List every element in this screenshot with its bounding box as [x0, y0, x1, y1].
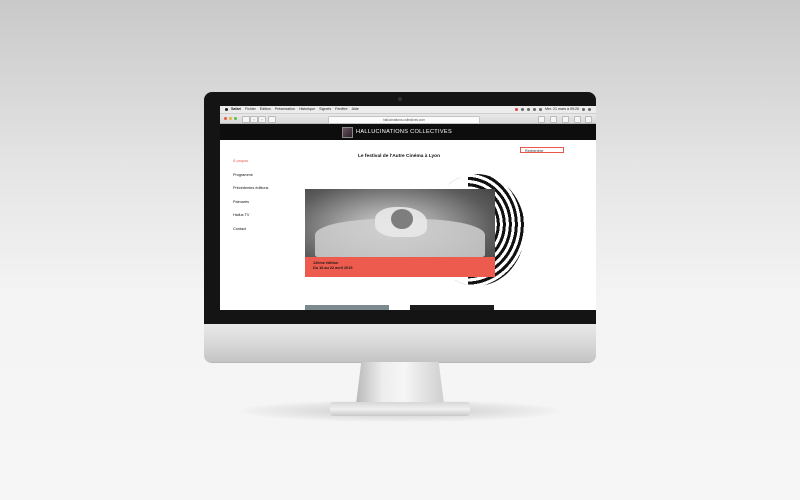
site-logo[interactable] [342, 127, 353, 138]
menubar-app-name[interactable]: Safari [231, 106, 241, 113]
nav-link-programme[interactable]: Programme [233, 172, 268, 186]
forward-arrow-icon[interactable]: › [258, 116, 266, 123]
menu-signets[interactable]: Signets [319, 106, 331, 113]
address-bar[interactable]: hallucinations-collectives.com [328, 115, 480, 124]
hero-image-face [391, 209, 413, 229]
nav-link-a-propos[interactable]: À propos [233, 158, 268, 172]
menu-fenetre[interactable]: Fenêtre [335, 106, 347, 113]
apple-icon[interactable] [225, 108, 228, 111]
battery-icon[interactable] [539, 108, 543, 111]
new-tab-icon[interactable] [585, 116, 592, 123]
site-title[interactable]: HALLUCINATIONS COLLECTIVES [356, 124, 452, 140]
menubar-clock[interactable]: Mer. 21 mars à 09:26 [545, 106, 579, 113]
site-nav: À propos Programme Précédentes éditions … [233, 158, 268, 239]
content-thumbnail[interactable] [410, 305, 494, 310]
zoom-window-button[interactable] [234, 117, 237, 120]
browser-toolbar: ‹ › hallucinations-collectives.com [220, 114, 596, 124]
monitor-stand [356, 362, 444, 404]
tabs-icon[interactable] [574, 116, 581, 123]
monitor-stand-base [330, 402, 470, 416]
spotlight-icon[interactable] [582, 108, 585, 111]
menu-presentation[interactable]: Présentation [275, 106, 295, 113]
nav-link-contact[interactable]: Contact [233, 226, 268, 240]
menu-historique[interactable]: Historique [299, 106, 315, 113]
content-thumbnail[interactable] [305, 305, 389, 310]
reload-icon[interactable] [538, 116, 545, 123]
wifi-icon[interactable] [533, 108, 537, 111]
screen: Safari Fichier Édition Présentation Hist… [220, 106, 596, 310]
download-icon[interactable] [550, 116, 557, 123]
site-header: HALLUCINATIONS COLLECTIVES [220, 124, 596, 140]
close-window-button[interactable] [224, 117, 227, 120]
nav-link-palmares[interactable]: Palmarès [233, 199, 268, 213]
hero-caption[interactable]: 12ème édition Du 16 au 22 avril 2019 [305, 257, 495, 277]
minimize-window-button[interactable] [229, 117, 232, 120]
status-icon[interactable] [515, 108, 519, 111]
bluetooth-icon[interactable] [527, 108, 531, 111]
sidebar-icon[interactable] [242, 116, 250, 123]
festival-tagline: Le festival de l'Autre Cinéma à Lyon [358, 154, 440, 159]
nav-link-precedentes-editions[interactable]: Précédentes éditions [233, 185, 268, 199]
search-input[interactable]: Rechercher [520, 147, 564, 153]
page-body: À propos Programme Précédentes éditions … [220, 140, 596, 310]
share-icon[interactable] [562, 116, 569, 123]
nav-link-hallus-tv[interactable]: Hallus TV [233, 212, 268, 226]
monitor-chin [204, 324, 596, 362]
menubar-status-area: Mer. 21 mars à 09:26 [512, 106, 591, 113]
menu-aide[interactable]: Aide [352, 106, 359, 113]
shield-icon[interactable] [268, 116, 276, 123]
camera-icon [398, 97, 402, 101]
festival-dates: Du 16 au 22 avril 2019 [313, 266, 353, 270]
mac-menubar: Safari Fichier Édition Présentation Hist… [220, 106, 596, 114]
hero-section: 12ème édition Du 16 au 22 avril 2019 [305, 173, 530, 293]
menu-fichier[interactable]: Fichier [245, 106, 256, 113]
cloud-icon[interactable] [521, 108, 525, 111]
notification-center-icon[interactable] [588, 108, 591, 111]
menu-edition[interactable]: Édition [260, 106, 271, 113]
back-arrow-icon[interactable]: ‹ [250, 116, 258, 123]
